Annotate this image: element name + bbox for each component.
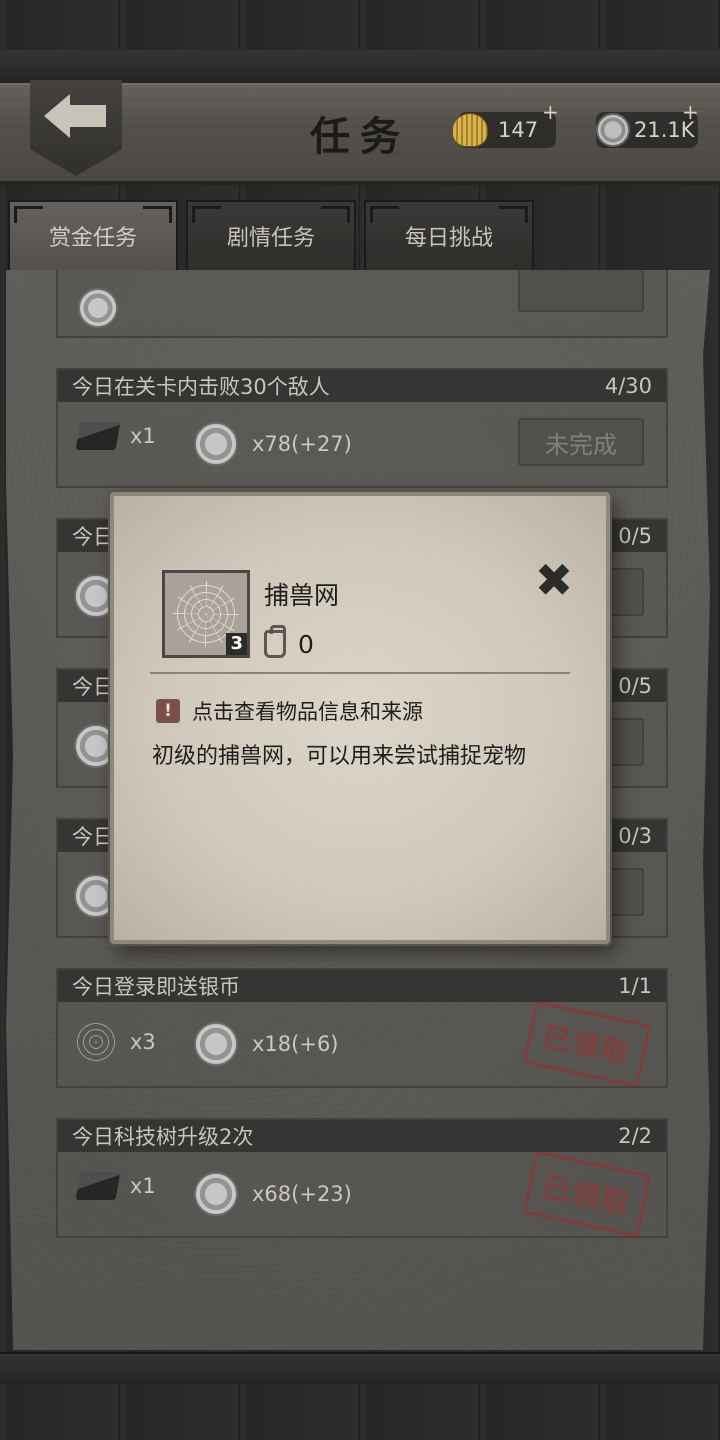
item-count-badge: 3 [226,633,247,655]
owned-count: 0 [298,630,314,659]
item-info-link[interactable]: ! 点击查看物品信息和来源 [156,696,423,726]
item-name: 捕兽网 [264,581,340,610]
divider [150,672,570,674]
close-icon[interactable]: ✖ [532,557,576,603]
info-hint-text: 点击查看物品信息和来源 [192,700,423,724]
item-info-modal: 3 捕兽网 0 ✖ ! 点击查看物品信息和来源 初级的捕兽网，可以用来尝试捕捉宠… [110,492,610,944]
item-icon-frame[interactable]: 3 [162,570,250,658]
bag-icon [264,625,286,658]
item-description: 初级的捕兽网，可以用来尝试捕捉宠物 [152,744,527,769]
info-icon: ! [156,699,180,723]
